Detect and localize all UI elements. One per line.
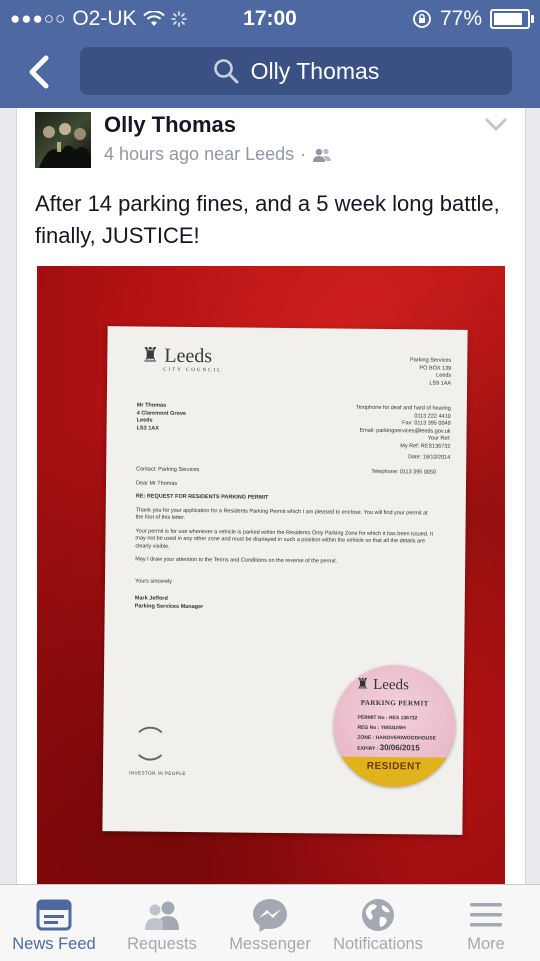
tab-requests[interactable]: Requests	[108, 885, 216, 961]
letter-paragraph: May I draw your attention to the Terms a…	[135, 556, 338, 565]
letter-body: Contact: Parking Services Telephone: 011…	[134, 466, 437, 619]
globe-icon	[362, 899, 394, 931]
investor-in-people-logo	[133, 726, 168, 761]
letter-closing: Yours sincerely	[134, 577, 173, 585]
contact-line: Email: parkingservices@leeds.gov.uk	[359, 427, 451, 435]
chevron-down-icon	[485, 118, 507, 132]
search-query: Olly Thomas	[250, 57, 380, 84]
post-photo[interactable]: ♜ Leeds CITY COUNCIL Parking Services PO…	[37, 266, 505, 888]
status-bar: ●●●○○ O2-UK 17:00 77%	[0, 0, 540, 38]
contact-line: My Ref: RES136732	[400, 442, 451, 450]
letter-subject: RE: REQUEST FOR RESIDENTS PARKING PERMIT	[135, 493, 269, 501]
tab-label: Messenger	[229, 935, 311, 953]
tab-more[interactable]: More	[432, 885, 540, 961]
recipient-line: Mr Thomas	[136, 402, 167, 409]
rotation-lock-icon	[413, 10, 431, 28]
meta-separator: ·	[300, 144, 307, 164]
sender-address: Parking Services PO BOX 139 Leeds LS9 1A…	[410, 357, 452, 387]
permit-expiry-label: EXPIRY :	[357, 745, 379, 752]
contact-line: Textphone for deaf and hard of hearing	[355, 404, 451, 412]
investor-in-people-text: INVESTOR IN PEOPLE	[128, 770, 186, 776]
avatar[interactable]	[35, 112, 91, 168]
tab-label: Notifications	[333, 935, 423, 953]
letter-telephone: Telephone: 0113 395 0050	[371, 468, 437, 476]
letter-logo-sub: CITY COUNCIL	[163, 367, 223, 374]
back-chevron-icon	[29, 55, 49, 89]
contact-line: Date: 18/10/2014	[408, 454, 451, 461]
letter-paragraph: Thank you for your application for a Res…	[135, 506, 428, 521]
search-icon	[213, 59, 239, 84]
letter: ♜ Leeds CITY COUNCIL Parking Services PO…	[102, 326, 468, 835]
post-text: After 14 parking fines, and a 5 week lon…	[35, 191, 500, 248]
permit-expiry: 30/06/2015	[379, 743, 420, 753]
menu-icon	[470, 903, 502, 927]
permit-band-text: RESIDENT	[366, 760, 422, 773]
status-right: 77%	[412, 7, 534, 31]
sender-line: Parking Services	[410, 357, 452, 364]
messenger-icon	[253, 899, 287, 932]
news-feed-icon	[36, 899, 72, 931]
tab-messenger[interactable]: Messenger	[216, 885, 324, 961]
permit-logo: ♜ Leeds	[355, 676, 410, 694]
post-options-button[interactable]	[485, 118, 507, 137]
recipient-line: LS3 1AX	[136, 424, 159, 432]
post-author[interactable]: Olly Thomas	[104, 112, 236, 138]
permit-band: RESIDENT	[332, 756, 456, 788]
battery-icon	[490, 9, 534, 29]
tab-notifications[interactable]: Notifications	[324, 885, 432, 961]
permit-title: PARKING PERMIT	[360, 698, 429, 708]
letter-logo: ♜ Leeds CITY COUNCIL	[141, 342, 222, 373]
permit-details: PERMIT No : RES 136732 REG No : YM53UWH …	[357, 713, 436, 755]
recipient-address: Mr Thomas 4 Claremont Grove Leeds LS3 1A…	[137, 402, 187, 433]
avatar-photo	[39, 123, 91, 168]
post-card: Olly Thomas 4 hours ago near Leeds · Aft…	[16, 108, 526, 888]
letter-contact: Contact: Parking Services	[136, 466, 200, 474]
tab-label: News Feed	[12, 935, 96, 953]
leeds-crest-icon: ♜	[141, 344, 160, 367]
sender-line: LS9 1AA	[429, 380, 452, 387]
permit-number: PERMIT No : RES 136732	[357, 714, 418, 722]
tab-bar: News Feed Requests Messenger Notificatio…	[0, 884, 540, 961]
friend-requests-icon	[145, 901, 179, 930]
permit-logo-text: Leeds	[373, 676, 410, 694]
letter-paragraph: Your permit is for use whenever a vehicl…	[135, 527, 434, 550]
tab-label: Requests	[127, 935, 197, 953]
tab-news-feed[interactable]: News Feed	[0, 885, 108, 961]
friends-icon	[313, 148, 332, 162]
permit-reg: REG No : YM53UWH	[357, 724, 406, 732]
search-bar[interactable]: Olly Thomas	[80, 47, 512, 95]
contact-details: Textphone for deaf and hard of hearing 0…	[355, 404, 451, 462]
battery-percent: 77%	[439, 7, 482, 30]
top-bar: ●●●○○ O2-UK 17:00 77% Olly Thomas	[0, 0, 540, 108]
back-button[interactable]	[20, 52, 60, 92]
letter-logo-text: Leeds	[164, 344, 213, 368]
parking-permit-disc: ♜ Leeds PARKING PERMIT PERMIT No : RES 1…	[332, 664, 457, 788]
permit-zone: ZONE : HANOVER/WOODHOUSE	[357, 734, 437, 742]
post-timestamp[interactable]: 4 hours ago near Leeds	[104, 144, 294, 165]
letter-salutation: Dear Mr Thomas	[135, 479, 178, 487]
tab-label: More	[467, 935, 505, 953]
post-meta: 4 hours ago near Leeds ·	[104, 144, 332, 165]
